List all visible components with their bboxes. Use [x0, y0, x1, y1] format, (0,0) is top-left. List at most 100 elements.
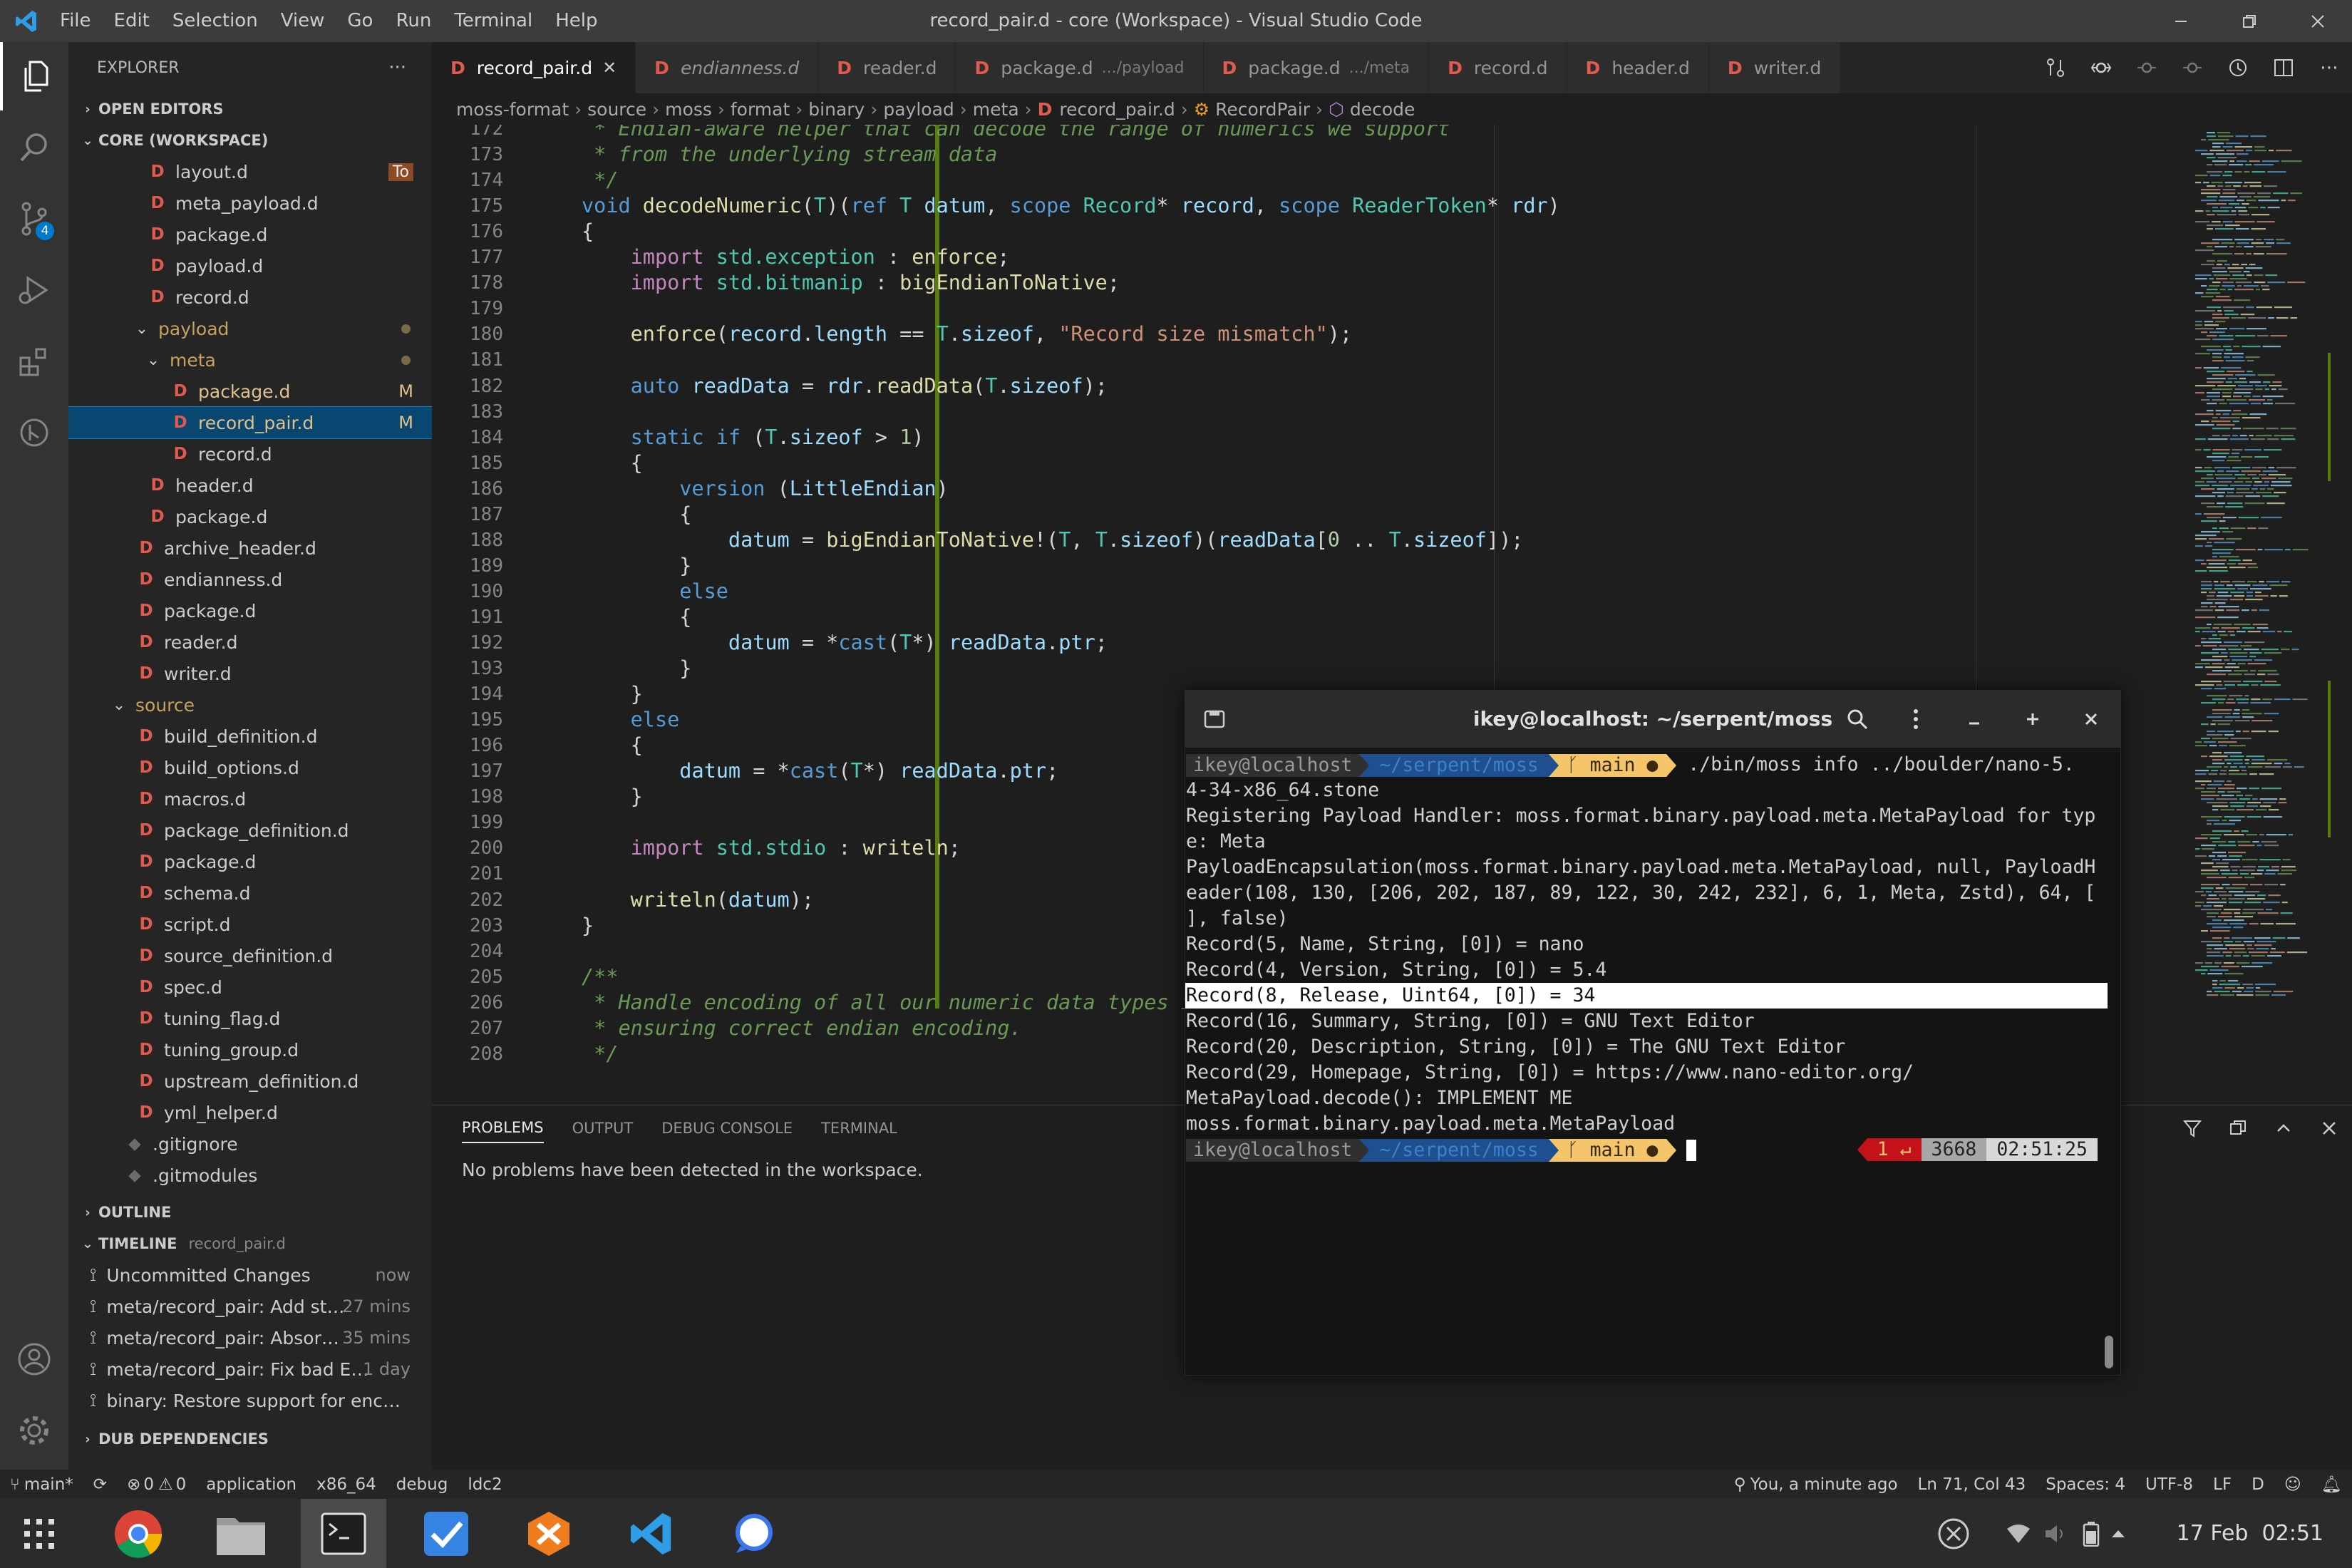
timeline-section[interactable]: ⌄ TIMELINE record_pair.d: [68, 1228, 432, 1259]
settings-x-icon[interactable]: [1937, 1517, 1970, 1550]
more-actions-icon[interactable]: ···: [388, 57, 406, 78]
file-item[interactable]: Dyml_helper.d: [68, 1097, 432, 1128]
minimize-icon[interactable]: [2147, 0, 2215, 42]
signal-icon[interactable]: [711, 1499, 797, 1568]
notifications-bell-icon[interactable]: 🔔︎: [2311, 1470, 2352, 1499]
file-item[interactable]: Dmeta_payload.d: [68, 187, 432, 219]
file-item[interactable]: Dbuild_options.d: [68, 752, 432, 783]
tab-header-d[interactable]: Dheader.d: [1567, 42, 1709, 93]
git-graph-icon[interactable]: [0, 398, 68, 467]
file-item[interactable]: Drecord.d: [68, 438, 432, 470]
file-item[interactable]: Dschema.d: [68, 877, 432, 909]
tab-endianness-d[interactable]: Dendianness.d: [636, 42, 819, 93]
breadcrumb-item[interactable]: source: [587, 99, 646, 120]
breadcrumb-item[interactable]: format: [731, 99, 790, 120]
close-window-icon[interactable]: [2284, 0, 2352, 42]
panel-tab-debug-console[interactable]: DEBUG CONSOLE: [661, 1114, 793, 1143]
file-item[interactable]: ◆ .gitignore: [68, 1128, 432, 1160]
menu-terminal[interactable]: Terminal: [443, 0, 544, 42]
run-debug-icon[interactable]: [0, 256, 68, 324]
next-change-icon[interactable]: [2170, 57, 2215, 78]
sync-icon[interactable]: ⟳: [83, 1470, 117, 1499]
panel-tab-output[interactable]: OUTPUT: [572, 1114, 634, 1143]
menu-help[interactable]: Help: [544, 0, 609, 42]
file-item[interactable]: Dupstream_definition.d: [68, 1066, 432, 1097]
file-item[interactable]: Dbuild_definition.d: [68, 721, 432, 752]
tab-package-d[interactable]: Dpackage.d .../meta: [1203, 42, 1430, 93]
close-tab-icon[interactable]: ✕: [602, 58, 617, 78]
eol-status[interactable]: LF: [2203, 1470, 2242, 1499]
more-actions-icon[interactable]: ⋯: [2306, 57, 2352, 78]
panel-tab-problems[interactable]: PROBLEMS: [462, 1113, 544, 1143]
chrome-icon[interactable]: [96, 1499, 181, 1568]
panel-tab-terminal[interactable]: TERMINAL: [821, 1114, 897, 1143]
folder-item[interactable]: ⌄ payload: [68, 313, 432, 344]
terminal-minimize-icon[interactable]: [1945, 711, 2003, 728]
terminal-close-icon[interactable]: [2062, 711, 2120, 728]
file-item[interactable]: Dtuning_group.d: [68, 1034, 432, 1066]
timeline-item[interactable]: ⟟ binary: Restore support for enc…: [68, 1385, 432, 1416]
tab-writer-d[interactable]: Dwriter.d: [1708, 42, 1841, 93]
breadcrumb-item[interactable]: payload: [883, 99, 954, 120]
breadcrumb-item[interactable]: meta: [973, 99, 1019, 120]
vscode-taskbar-icon[interactable]: [609, 1499, 694, 1568]
open-editors-section[interactable]: › OPEN EDITORS: [68, 93, 432, 125]
previous-change-icon[interactable]: [2124, 57, 2170, 78]
terminal-maximize-icon[interactable]: [2003, 711, 2062, 728]
terminal-titlebar[interactable]: ikey@localhost: ~/serpent/moss: [1185, 691, 2120, 748]
menu-view[interactable]: View: [269, 0, 336, 42]
file-item[interactable]: Dtuning_flag.d: [68, 1003, 432, 1034]
volume-icon[interactable]: [2044, 1523, 2068, 1544]
manage-gear-icon[interactable]: [0, 1396, 68, 1465]
breadcrumb-item[interactable]: moss-format: [456, 99, 569, 120]
app-grid-icon[interactable]: [0, 1499, 78, 1568]
menu-selection[interactable]: Selection: [161, 0, 269, 42]
git-history-icon[interactable]: [2215, 57, 2261, 78]
folder-item[interactable]: ⌄ meta: [68, 344, 432, 376]
search-icon[interactable]: [0, 113, 68, 182]
file-item[interactable]: Dpackage.d: [68, 219, 432, 250]
restore-icon[interactable]: [2215, 0, 2284, 42]
breadcrumb-item[interactable]: decode: [1350, 99, 1415, 120]
file-item[interactable]: Dspec.d: [68, 971, 432, 1003]
terminal-scrollbar[interactable]: [2105, 1336, 2113, 1368]
file-item[interactable]: Dpackage.d: [68, 595, 432, 626]
status-item-debug[interactable]: debug: [386, 1470, 458, 1499]
indentation-status[interactable]: Spaces: 4: [2036, 1470, 2135, 1499]
git-compare-icon[interactable]: [2078, 57, 2124, 78]
timeline-item[interactable]: ⟟ meta/record_pair: Fix bad E… 1 day: [68, 1353, 432, 1385]
git-blame-status[interactable]: ⚲ You, a minute ago: [1724, 1470, 1908, 1499]
dub-dependencies-section[interactable]: › DUB DEPENDENCIES: [68, 1423, 432, 1455]
file-item[interactable]: Dmacros.d: [68, 783, 432, 815]
extensions-icon[interactable]: [0, 327, 68, 396]
breadcrumb-item[interactable]: RecordPair: [1215, 99, 1310, 120]
file-item[interactable]: Dsource_definition.d: [68, 940, 432, 971]
status-item-ldc2[interactable]: ldc2: [458, 1470, 512, 1499]
file-item[interactable]: Dscript.d: [68, 909, 432, 940]
maximize-panel-icon[interactable]: [2261, 1118, 2306, 1138]
collapse-all-icon[interactable]: [2215, 1118, 2261, 1138]
timeline-item[interactable]: ⟟ Uncommitted Changes now: [68, 1259, 432, 1291]
terminal-window[interactable]: ikey@localhost: ~/serpent/moss ikey@loca…: [1185, 690, 2121, 1376]
tasks-check-icon[interactable]: [403, 1499, 489, 1568]
menu-run[interactable]: Run: [384, 0, 443, 42]
clock[interactable]: 17 Feb 02:51: [2177, 1521, 2323, 1546]
terminal-app-icon[interactable]: [301, 1499, 386, 1568]
file-item[interactable]: Drecord_pair.d M: [68, 406, 432, 439]
split-editor-icon[interactable]: [2261, 57, 2306, 78]
file-item[interactable]: Dpackage_definition.d: [68, 815, 432, 846]
tab-reader-d[interactable]: Dreader.d: [818, 42, 956, 93]
open-changes-icon[interactable]: [2033, 57, 2078, 78]
file-item[interactable]: Darchive_header.d: [68, 532, 432, 564]
battery-icon[interactable]: [2083, 1521, 2100, 1547]
tab-record_pair-d[interactable]: Drecord_pair.d ✕: [432, 42, 636, 93]
problems-status[interactable]: ⊗ 0 ⚠ 0: [117, 1470, 196, 1499]
feedback-icon[interactable]: ☺: [2274, 1470, 2311, 1499]
file-item[interactable]: Dheader.d: [68, 470, 432, 501]
menu-edit[interactable]: Edit: [103, 0, 161, 42]
encoding-status[interactable]: UTF-8: [2135, 1470, 2203, 1499]
terminal-menu-icon[interactable]: [1887, 708, 1945, 731]
explorer-icon[interactable]: [0, 42, 68, 110]
accounts-icon[interactable]: [0, 1325, 68, 1393]
file-item[interactable]: Dlayout.d To: [68, 156, 432, 187]
